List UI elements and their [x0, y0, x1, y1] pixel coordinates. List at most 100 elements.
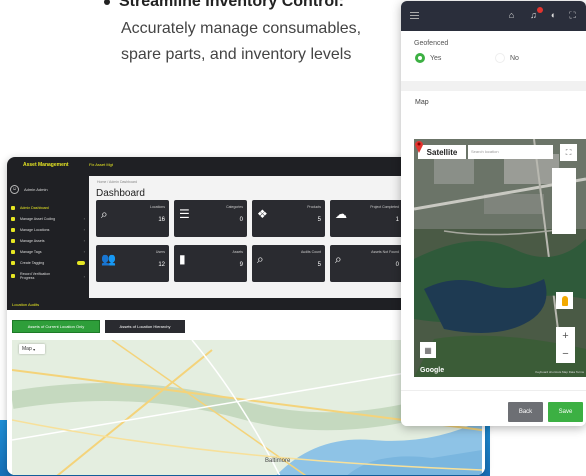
current-location-assets-button[interactable]: Assets of Current Location Only [12, 320, 100, 333]
search-icon: ⌕ [257, 252, 264, 266]
chevron-right-icon: › [83, 216, 85, 221]
map-city-label: Baltimore [265, 458, 291, 464]
home-icon[interactable]: ⌂ [506, 10, 517, 21]
map-type-label: Map [22, 346, 32, 352]
stat-card-project-completed[interactable]: ☁ Project Completed 1 [330, 200, 403, 237]
zoom-in-icon[interactable]: + [562, 330, 568, 342]
sidebar-item-admin-dashboard[interactable]: Admin Dashboard [7, 202, 89, 213]
bullet-dot [104, 0, 110, 5]
zoom-out-icon[interactable]: − [562, 348, 568, 360]
geofenced-yes-radio[interactable]: Yes [415, 53, 441, 63]
sidebar-item-asset-coding[interactable]: Manage Asset Coding › [7, 213, 89, 224]
sidebar-item-verification[interactable]: Record Verification Progress › [7, 269, 89, 283]
map-attribution: Keyboard shortcuts Map Data Terms [535, 370, 584, 374]
zoom-controls[interactable]: + − [556, 327, 575, 363]
notification-badge [537, 7, 543, 13]
bullet-description: Accurately manage consumables, spare par… [121, 20, 362, 63]
stat-value: 0 [395, 262, 399, 268]
stat-label: Audits Count [300, 250, 321, 254]
sidebar-item-locations[interactable]: Manage Locations › [7, 224, 89, 235]
stat-value: 9 [239, 262, 243, 268]
sidebar-item-label: Record Verification Progress [20, 272, 51, 280]
stat-card-locations[interactable]: ⌕ Locations 16 [96, 200, 169, 237]
chevron-right-icon: › [83, 249, 85, 254]
hamburger-menu-icon[interactable] [410, 12, 419, 19]
sidebar-item-label: Manage Asset Coding [20, 216, 56, 221]
satellite-map-type-button[interactable]: Satellite [418, 145, 466, 159]
radio-unchecked-icon [495, 53, 505, 63]
sidebar-item-label: Manage Tags [20, 249, 42, 254]
pegman-figure [561, 295, 568, 306]
geofenced-no-radio[interactable]: No [495, 53, 519, 63]
stat-value: 1 [395, 217, 399, 223]
sidebar-item-label: Manage Locations [20, 227, 50, 232]
sidebar-item-label: Admin Dashboard [20, 205, 49, 210]
mobile-topbar: ⌂ ♫ ◐ ⛶ [401, 1, 586, 31]
save-button[interactable]: Save [548, 402, 583, 422]
list-icon: ☰ [179, 207, 190, 221]
radio-yes-label: Yes [430, 54, 442, 62]
section-divider [401, 81, 586, 91]
stat-label: Project Completed [370, 205, 399, 209]
dropbox-icon: ❖ [257, 207, 268, 221]
stat-label: Categories [226, 205, 243, 209]
tagging-icon [11, 260, 15, 265]
stat-card-audits-count[interactable]: ⌕ Audits Count 5 [252, 245, 325, 282]
stat-value: 16 [158, 217, 165, 223]
stat-value: 5 [317, 262, 321, 268]
bullet-title-text: Streamline Inventory Control: [119, 0, 344, 10]
location-search-input[interactable]: Search location [468, 145, 553, 159]
geofenced-label: Geofenced [414, 40, 449, 47]
top-menu-link[interactable]: Fix Asset Mgt [89, 162, 113, 167]
theme-toggle-icon[interactable]: ◐ [548, 10, 559, 21]
stat-card-categories[interactable]: ☰ Categories 0 [174, 200, 247, 237]
bullet-title: Streamline Inventory Control: [104, 0, 344, 11]
stat-label: Locations [150, 205, 165, 209]
page-title: Dashboard [96, 188, 145, 199]
stat-label: Products [307, 205, 321, 209]
stat-card-users[interactable]: 👥 Users 12 [96, 245, 169, 282]
stat-value: 12 [158, 262, 165, 268]
sidebar-item-create-tagging[interactable]: Create Tagging [7, 257, 89, 268]
coding-icon [11, 216, 15, 221]
map-fullscreen-icon[interactable]: ⛶ [560, 144, 577, 161]
sidebar-item-label: Manage Assets [20, 238, 45, 243]
google-logo: Google [420, 367, 445, 374]
cloud-icon: ☁ [335, 207, 347, 221]
radio-no-label: No [510, 54, 519, 62]
map-type-dropdown[interactable]: Map ▾ [19, 344, 45, 354]
search-icon: ⌕ [101, 207, 108, 221]
chevron-right-icon: › [83, 273, 85, 279]
map-drawing-tools[interactable] [552, 168, 576, 234]
sidebar: ☺ Admin Admin Admin Dashboard Manage Ass… [7, 176, 89, 298]
stat-card-assets-not-found[interactable]: ⌕ Assets Not Found 0 [330, 245, 403, 282]
verification-icon [11, 274, 15, 278]
sidebar-user[interactable]: ☺ Admin Admin [10, 182, 48, 196]
stat-card-assets[interactable]: ▮ Assets 9 [174, 245, 247, 282]
stat-value: 0 [239, 217, 243, 223]
map-section-label: Map [415, 99, 429, 106]
location-hierarchy-assets-button[interactable]: Assets of Location Hierarchy [105, 320, 185, 333]
user-avatar-icon: ☺ [10, 184, 19, 194]
fullscreen-icon[interactable]: ⛶ [567, 10, 578, 21]
clipboard-icon: ▮ [179, 252, 186, 266]
tag-icon [11, 249, 15, 254]
back-button[interactable]: Back [508, 402, 543, 422]
stat-label: Assets [232, 250, 243, 254]
map-marker-icon[interactable] [414, 139, 424, 153]
street-view-pegman-icon[interactable] [556, 292, 573, 309]
stat-value: 5 [317, 217, 321, 223]
assets-icon [11, 238, 15, 243]
satellite-map[interactable]: Satellite Search location ⛶ + − ▦ Google … [414, 139, 586, 377]
chevron-down-icon: ▾ [33, 346, 36, 352]
sidebar-item-tags[interactable]: Manage Tags › [7, 246, 89, 257]
brand-name: Asset Management [23, 162, 69, 168]
stat-card-products[interactable]: ❖ Products 5 [252, 200, 325, 237]
mobile-app-window: ⌂ ♫ ◐ ⛶ Geofenced Yes No Map Satellite S… [401, 1, 586, 426]
sidebar-item-assets[interactable]: Manage Assets › [7, 235, 89, 246]
stat-label: Assets Not Found [371, 250, 399, 254]
radio-checked-icon [415, 53, 425, 63]
location-icon [11, 227, 15, 232]
map-layers-icon[interactable]: ▦ [420, 342, 436, 358]
toggle-switch[interactable] [77, 260, 85, 265]
